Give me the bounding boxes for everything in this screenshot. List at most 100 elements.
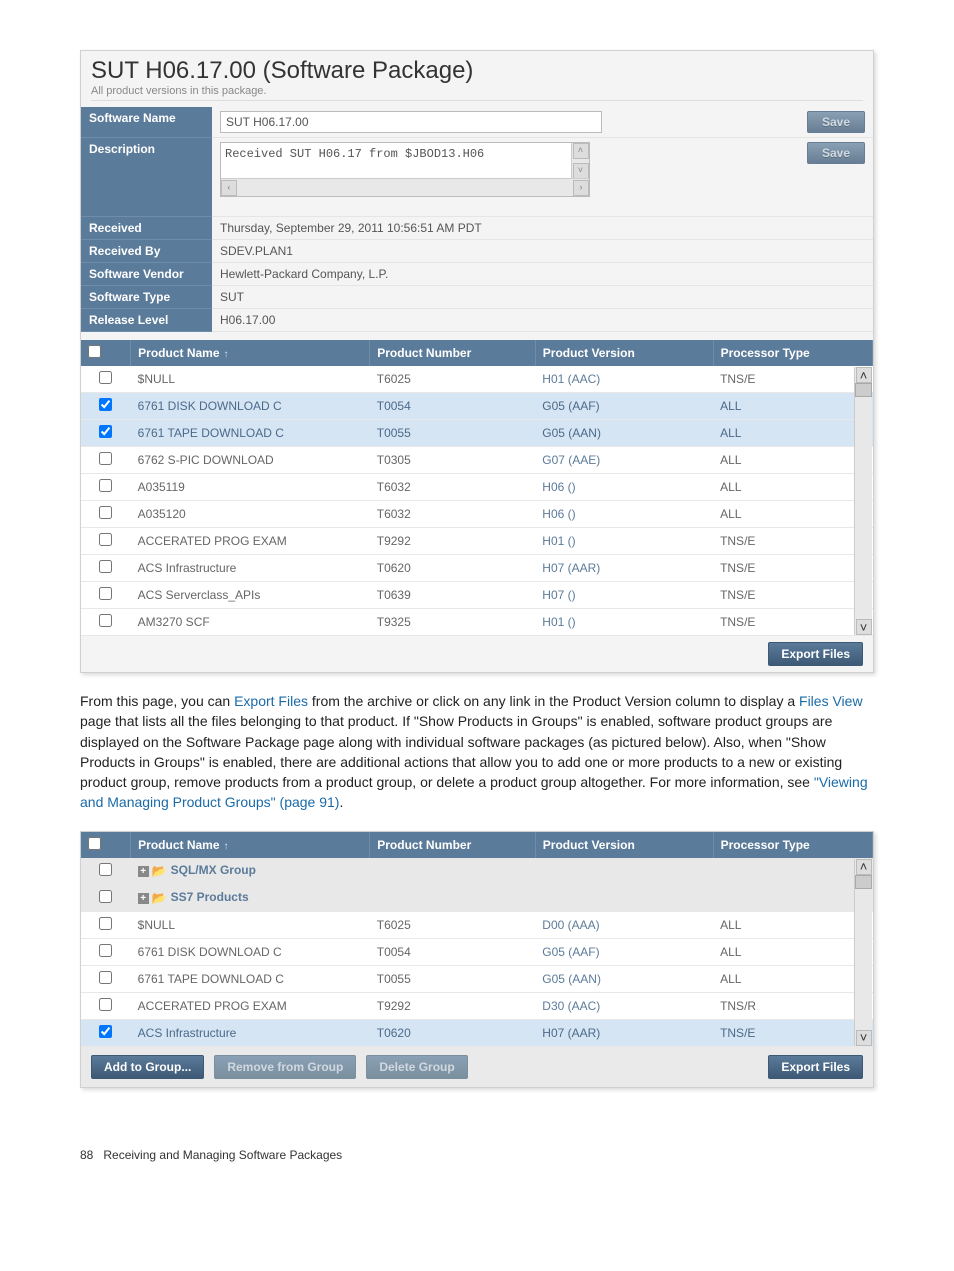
cell-version-link[interactable]: D30 (AAC): [535, 992, 713, 1019]
cell-version-link[interactable]: G05 (AAN): [535, 420, 713, 447]
col-product-name[interactable]: Product Name↑: [131, 340, 370, 366]
save-description-button[interactable]: Save: [807, 142, 865, 164]
group-row[interactable]: +📂SQL/MX Group: [81, 858, 873, 885]
scroll-up-icon[interactable]: ˄: [573, 143, 589, 159]
row-checkbox[interactable]: [99, 452, 112, 465]
save-name-button[interactable]: Save: [807, 111, 865, 133]
cell-version-link[interactable]: H06 (): [535, 474, 713, 501]
col-processor-type[interactable]: Processor Type: [713, 832, 872, 858]
row-checkbox[interactable]: [99, 398, 112, 411]
table-row[interactable]: 6761 DISK DOWNLOAD CT0054G05 (AAF)ALL: [81, 393, 873, 420]
cell-version-link[interactable]: D00 (AAA): [535, 911, 713, 938]
row-checkbox[interactable]: [99, 479, 112, 492]
export-files-button[interactable]: Export Files: [768, 642, 863, 666]
cell-version-link[interactable]: H07 (): [535, 582, 713, 609]
row-checkbox[interactable]: [99, 863, 112, 876]
table-row[interactable]: A035119T6032H06 ()ALL: [81, 474, 873, 501]
add-to-group-button[interactable]: Add to Group...: [91, 1055, 204, 1079]
cell-version-link[interactable]: G05 (AAN): [535, 965, 713, 992]
col-product-number[interactable]: Product Number: [370, 340, 536, 366]
row-checkbox[interactable]: [99, 614, 112, 627]
cell-version-link[interactable]: H01 (AAC): [535, 366, 713, 393]
select-all-checkbox[interactable]: [88, 837, 101, 850]
select-all-checkbox[interactable]: [88, 345, 101, 358]
cell-processor: ALL: [713, 501, 872, 528]
table-row[interactable]: $NULLT6025H01 (AAC)TNS/E: [81, 366, 873, 393]
row-checkbox[interactable]: [99, 917, 112, 930]
group-label[interactable]: +📂SQL/MX Group: [131, 858, 873, 885]
table-row[interactable]: 6761 TAPE DOWNLOAD CT0055G05 (AAN)ALL: [81, 420, 873, 447]
table-row[interactable]: AM3270 SCFT9325H01 ()TNS/E: [81, 609, 873, 636]
table-row[interactable]: ACCERATED PROG EXAMT9292H01 ()TNS/E: [81, 528, 873, 555]
row-checkbox[interactable]: [99, 998, 112, 1011]
cell-number: T0305: [370, 447, 536, 474]
table-row[interactable]: ACS InfrastructureT0620H07 (AAR)TNS/E: [81, 555, 873, 582]
col-product-version[interactable]: Product Version: [535, 340, 713, 366]
table-row[interactable]: A035120T6032H06 ()ALL: [81, 501, 873, 528]
desc-scrollbar-vertical[interactable]: ˄ ˅: [571, 143, 589, 179]
scroll-thumb[interactable]: [855, 875, 872, 889]
table-row[interactable]: ACS Serverclass_APIsT0639H07 ()TNS/E: [81, 582, 873, 609]
col-product-name[interactable]: Product Name↑: [131, 832, 370, 858]
grid-scrollbar[interactable]: ˄ ˅: [854, 859, 872, 1046]
cell-name: 6761 DISK DOWNLOAD C: [131, 393, 370, 420]
scroll-down-icon[interactable]: ˅: [856, 1030, 872, 1046]
scroll-up-icon[interactable]: ˄: [856, 367, 872, 383]
row-checkbox[interactable]: [99, 971, 112, 984]
label-software-name: Software Name: [81, 107, 212, 138]
cell-version-link[interactable]: G07 (AAE): [535, 447, 713, 474]
row-checkbox[interactable]: [99, 1025, 112, 1038]
cell-version-link[interactable]: H07 (AAR): [535, 1019, 713, 1046]
desc-scrollbar-horizontal[interactable]: ‹ ›: [221, 178, 589, 196]
remove-from-group-button[interactable]: Remove from Group: [214, 1055, 356, 1079]
col-product-number[interactable]: Product Number: [370, 832, 536, 858]
scroll-thumb[interactable]: [855, 383, 872, 397]
row-checkbox[interactable]: [99, 371, 112, 384]
row-checkbox[interactable]: [99, 890, 112, 903]
row-checkbox[interactable]: [99, 533, 112, 546]
table-row[interactable]: $NULLT6025D00 (AAA)ALL: [81, 911, 873, 938]
software-name-input[interactable]: [220, 111, 602, 133]
expand-icon[interactable]: +: [138, 866, 149, 877]
groups-panel: Product Name↑ Product Number Product Ver…: [80, 831, 874, 1088]
export-files-button[interactable]: Export Files: [768, 1055, 863, 1079]
scroll-left-icon[interactable]: ‹: [221, 180, 237, 196]
scroll-right-icon[interactable]: ›: [573, 180, 589, 196]
table-row[interactable]: ACS InfrastructureT0620H07 (AAR)TNS/E: [81, 1019, 873, 1046]
cell-processor: ALL: [713, 938, 872, 965]
cell-version-link[interactable]: H06 (): [535, 501, 713, 528]
table-row[interactable]: 6761 DISK DOWNLOAD CT0054G05 (AAF)ALL: [81, 938, 873, 965]
row-checkbox[interactable]: [99, 506, 112, 519]
table-row[interactable]: ACCERATED PROG EXAMT9292D30 (AAC)TNS/R: [81, 992, 873, 1019]
table-row[interactable]: 6761 TAPE DOWNLOAD CT0055G05 (AAN)ALL: [81, 965, 873, 992]
scroll-down-icon[interactable]: ˅: [856, 619, 872, 635]
cell-version-link[interactable]: G05 (AAF): [535, 938, 713, 965]
cell-version-link[interactable]: H07 (AAR): [535, 555, 713, 582]
scroll-up-icon[interactable]: ˄: [856, 859, 872, 875]
scroll-down-icon[interactable]: ˅: [573, 163, 589, 179]
cell-name: AM3270 SCF: [131, 609, 370, 636]
description-textarea[interactable]: Received SUT H06.17 from $JBOD13.H06 ˄ ˅…: [220, 142, 590, 197]
row-checkbox[interactable]: [99, 560, 112, 573]
group-row[interactable]: +📂SS7 Products: [81, 884, 873, 911]
row-checkbox[interactable]: [99, 587, 112, 600]
row-checkbox[interactable]: [99, 944, 112, 957]
col-processor-type[interactable]: Processor Type: [713, 340, 872, 366]
sort-up-icon: ↑: [224, 349, 229, 360]
cell-processor: ALL: [713, 393, 872, 420]
cell-version-link[interactable]: G05 (AAF): [535, 393, 713, 420]
row-checkbox[interactable]: [99, 425, 112, 438]
export-files-link[interactable]: Export Files: [234, 693, 308, 709]
cell-version-link[interactable]: H01 (): [535, 609, 713, 636]
expand-icon[interactable]: +: [138, 893, 149, 904]
files-view-link[interactable]: Files View: [799, 693, 863, 709]
delete-group-button[interactable]: Delete Group: [366, 1055, 467, 1079]
table-row[interactable]: 6762 S-PIC DOWNLOADT0305G07 (AAE)ALL: [81, 447, 873, 474]
cell-number: T6032: [370, 474, 536, 501]
cell-name: $NULL: [131, 911, 370, 938]
grid-scrollbar[interactable]: ˄ ˅: [854, 367, 872, 635]
cell-version-link[interactable]: H01 (): [535, 528, 713, 555]
cell-processor: TNS/E: [713, 1019, 872, 1046]
col-product-version[interactable]: Product Version: [535, 832, 713, 858]
group-label[interactable]: +📂SS7 Products: [131, 884, 873, 911]
